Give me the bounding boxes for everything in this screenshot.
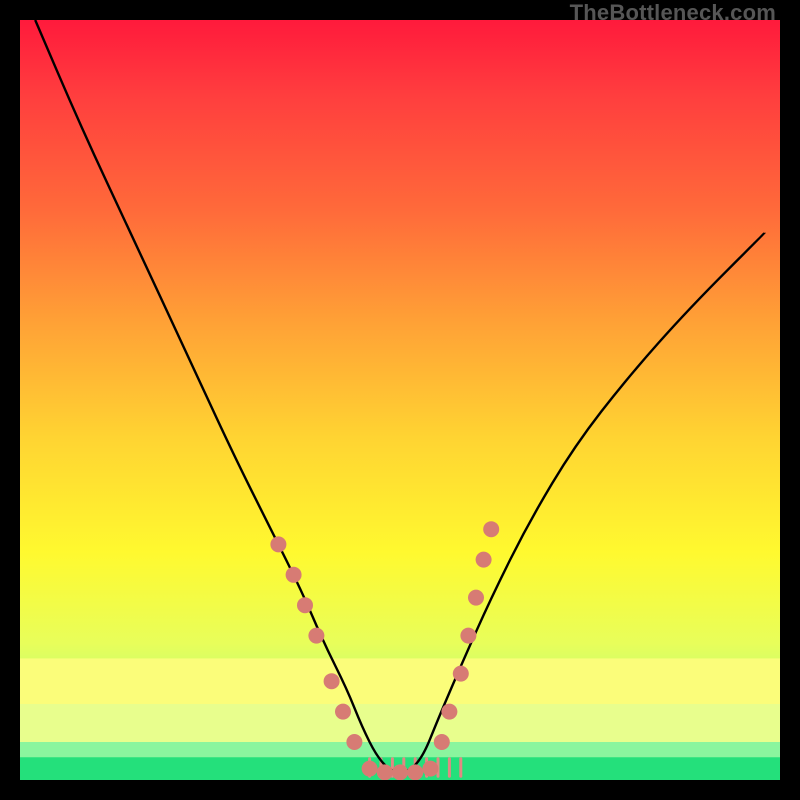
marker-dot	[483, 521, 499, 537]
marker-dot	[392, 764, 408, 780]
color-bands	[20, 658, 780, 780]
marker-dot	[286, 567, 302, 583]
marker-dot	[270, 536, 286, 552]
marker-dot	[346, 734, 362, 750]
marker-dot	[441, 704, 457, 720]
marker-dot	[468, 590, 484, 606]
marker-dot	[362, 761, 378, 777]
marker-dot	[324, 673, 340, 689]
watermark-text: TheBottleneck.com	[570, 0, 776, 26]
band-mint-band	[20, 742, 780, 757]
band-pale-band	[20, 704, 780, 742]
marker-dot	[422, 761, 438, 777]
chart-frame	[20, 20, 780, 780]
band-yellow-band	[20, 658, 780, 704]
bottleneck-chart	[20, 20, 780, 780]
marker-dot	[407, 764, 423, 780]
marker-dot	[308, 628, 324, 644]
marker-dot	[377, 764, 393, 780]
marker-dot	[297, 597, 313, 613]
marker-dot	[434, 734, 450, 750]
marker-dot	[476, 552, 492, 568]
marker-dot	[460, 628, 476, 644]
marker-dot	[453, 666, 469, 682]
marker-dot	[335, 704, 351, 720]
